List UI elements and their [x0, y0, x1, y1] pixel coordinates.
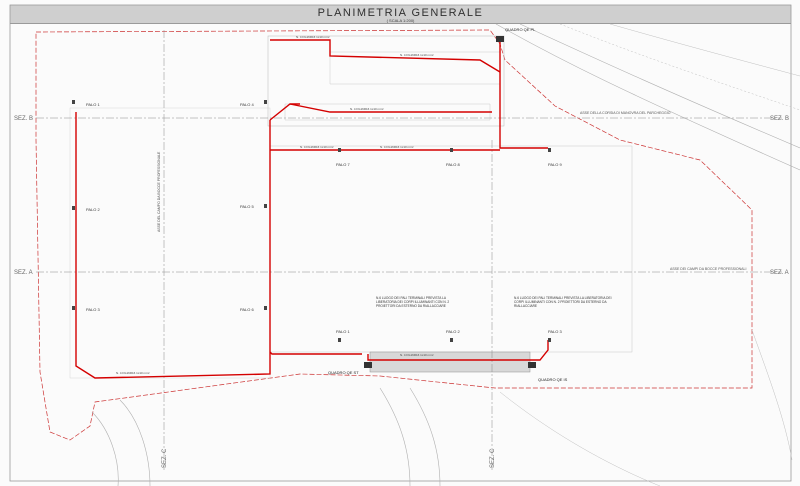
road-edge-3: [559, 23, 800, 111]
pole-label: PALO 9: [548, 162, 562, 167]
drawing-sheet: PLANIMETRIA GENERALE ( SCALA 1:200) SEZ.…: [0, 0, 800, 486]
pole-label: PALO 5: [240, 204, 254, 209]
road-bottom-6: [751, 329, 793, 461]
road-bottom-4: [409, 387, 441, 486]
cable-vertical-right: [499, 40, 548, 149]
section-marker-b-right: SEZ. B: [770, 116, 789, 122]
pole-symbol: [450, 148, 453, 152]
road-edge-2: [519, 23, 800, 149]
pole-label: PALO 3: [548, 329, 562, 334]
cable-label: N. 4 FG16R16 1x10 mm²: [116, 371, 150, 375]
cable-label: N. 4 FG16R16 1x10 mm²: [300, 145, 334, 149]
pole-symbol: [338, 148, 341, 152]
pole-symbol: [548, 148, 551, 152]
cable-parking: [270, 39, 501, 113]
site-boundary: [35, 29, 753, 441]
pole-symbol: [264, 204, 267, 208]
note-right: N.6 LUOGO DEI PALI TERMINALI PREVISTA LA…: [514, 296, 611, 308]
axis-b-label: ASSE DELLA CORSIA DI MANOVRA DEL PARCHEG…: [580, 111, 671, 115]
section-marker-b-left: SEZ. B: [14, 116, 33, 122]
pole-symbol: [264, 100, 267, 104]
road-bottom-1: [91, 411, 119, 486]
pole-symbols: [72, 100, 551, 342]
road-edge-4: [609, 23, 800, 77]
pole-label: PALO 7: [336, 162, 350, 167]
road-bottom-3: [379, 387, 411, 486]
sheet-frame: [9, 4, 792, 482]
axis-a-label: ASSE DEI CAMPI DA BOCCE PROFESSIONALI: [670, 267, 746, 271]
cable-routes: [75, 39, 549, 379]
panel-qe-is: [528, 362, 536, 368]
pole-symbol: [338, 338, 341, 342]
pole-symbol: [548, 338, 551, 342]
panel-qe-pl: [496, 36, 504, 42]
cable-label: N. 4 FG16R16 1x10 mm²: [296, 35, 330, 39]
pole-label: PALO 8: [446, 162, 460, 167]
section-marker-c-left: SEZ. C: [162, 448, 168, 468]
cable-label: N. 4 FG16R16 1x10 mm²: [350, 107, 384, 111]
panel-qe-pl-label: QUADRO QE PL: [505, 27, 536, 32]
axis-vertical-label: ASSE DEL CAMPO DA BOCCE PROFESSIONALE: [157, 151, 161, 232]
pole-label: PALO 1: [86, 102, 100, 107]
pole-symbol: [72, 206, 75, 210]
section-marker-a-left: SEZ. A: [14, 270, 33, 276]
cable-label: N. 4 FG16R16 1x10 mm²: [380, 145, 414, 149]
service-building: [369, 351, 531, 373]
panel-qe-st-label: QUADRO QE ST: [328, 370, 359, 375]
section-marker-a-right: SEZ. A: [770, 270, 789, 276]
left-field: [69, 107, 271, 379]
pole-label: PALO 3: [86, 307, 100, 312]
cable-label: N. 4 FG16R16 1x10 mm²: [400, 53, 434, 57]
road-bottom-2: [119, 399, 151, 486]
pole-label: PALO 1: [336, 329, 350, 334]
pole-symbol: [72, 100, 75, 104]
note-left: N.6 LUOGO DEI PALI TERMINALI PREVISTA LA…: [376, 296, 449, 308]
pole-label: PALO 2: [86, 207, 100, 212]
pole-label: PALO 6: [240, 307, 254, 312]
panel-qe-is-label: QUADRO QE IS: [538, 377, 568, 382]
cable-label: N. 4 FG16R16 1x10 mm²: [400, 353, 434, 357]
site-plan: SEZ. B SEZ. B SEZ. A SEZ. A SEZ. C SEZ. …: [9, 4, 800, 486]
pole-label: PALO 4: [240, 102, 254, 107]
pole-symbol: [72, 306, 75, 310]
pole-label: PALO 2: [446, 329, 460, 334]
panel-qe-st: [364, 362, 372, 368]
cable-left-loop: [75, 112, 362, 379]
bocce-hall-outline: [269, 145, 633, 353]
pole-symbol: [450, 338, 453, 342]
road-bottom-5: [499, 391, 661, 486]
section-marker-c-right: SEZ. C: [490, 448, 496, 468]
pole-symbol: [264, 306, 267, 310]
